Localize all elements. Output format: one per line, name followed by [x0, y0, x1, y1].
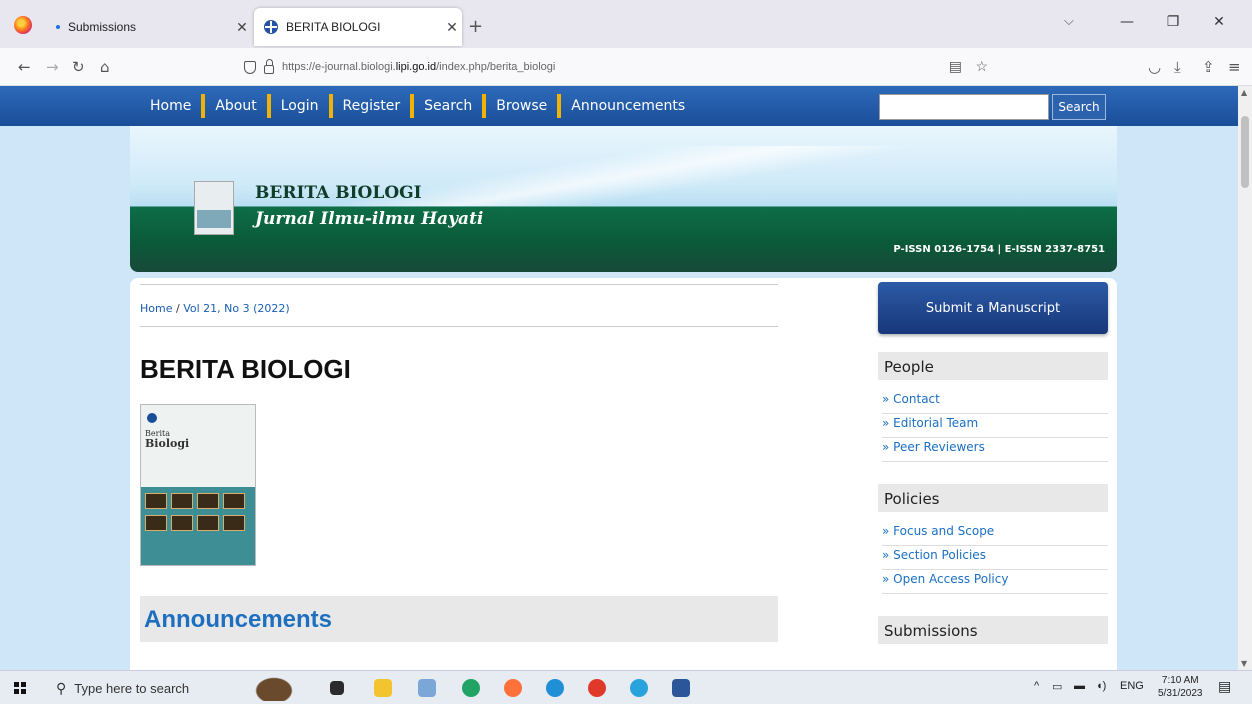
scroll-down-arrow-icon[interactable]: ▼: [1241, 659, 1247, 668]
show-hidden-icons-chevron-icon[interactable]: ^: [1034, 680, 1039, 692]
bookmark-star-icon[interactable]: ☆: [975, 58, 988, 75]
scroll-up-arrow-icon[interactable]: ▲: [1241, 88, 1247, 97]
banner-issn: P-ISSN 0126-1754 | E-ISSN 2337-8751: [893, 244, 1105, 255]
word-icon[interactable]: [672, 679, 690, 697]
language-indicator[interactable]: ENG: [1120, 680, 1144, 692]
cover-title-line2: Biologi: [145, 437, 190, 450]
browser-tab-bar: Submissions ✕ BERITA BIOLOGI ✕ + ⌵ — ❐ ✕: [0, 0, 1252, 48]
search-icon: ⚲: [56, 679, 67, 696]
divider: [140, 284, 778, 285]
sidebar-link-open-access-policy[interactable]: » Open Access Policy: [882, 572, 1108, 594]
network-icon[interactable]: ▭: [1052, 680, 1062, 693]
nav-home-link[interactable]: Home: [140, 98, 201, 114]
url-path: /index.php/berita_biologi: [436, 61, 556, 73]
nav-browse-link[interactable]: Browse: [486, 98, 557, 114]
nav-announcements-link[interactable]: Announcements: [561, 98, 695, 114]
breadcrumb: Home / Vol 21, No 3 (2022): [140, 302, 290, 315]
taskbar-search-placeholder: Type here to search: [74, 680, 190, 696]
notifications-icon[interactable]: ▤: [1218, 678, 1231, 695]
file-explorer-icon[interactable]: [374, 679, 392, 697]
journal-banner: BERITA BIOLOGI Jurnal Ilmu-ilmu Hayati P…: [130, 126, 1117, 272]
windows-start-icon[interactable]: [14, 682, 26, 694]
reader-view-icon[interactable]: ▤: [949, 58, 962, 75]
windows-taskbar: ⚲ Type here to search ^ ▭ ▬ ◖) ENG 7:10 …: [0, 670, 1252, 704]
close-tab-icon[interactable]: ✕: [442, 19, 462, 36]
url-prefix: https://e-journal.biologi.: [282, 61, 396, 73]
clock-date: 5/31/2023: [1158, 688, 1203, 699]
site-favicon-icon: [264, 20, 278, 34]
task-view-icon[interactable]: [330, 681, 344, 695]
tab-title: Submissions: [68, 20, 137, 34]
taskbar-search-box[interactable]: ⚲ Type here to search: [48, 671, 240, 704]
banner-cover-thumbnail: [194, 181, 234, 235]
battery-icon[interactable]: ▬: [1074, 680, 1085, 692]
forward-arrow-icon[interactable]: →: [46, 58, 59, 76]
nav-register-link[interactable]: Register: [333, 98, 411, 114]
taskbar-clock[interactable]: 7:10 AM 5/31/2023: [1158, 674, 1203, 700]
minimize-window-button[interactable]: —: [1104, 14, 1150, 30]
new-tab-button[interactable]: +: [468, 16, 483, 37]
menu-hamburger-icon[interactable]: ≡: [1228, 58, 1241, 76]
edge-icon[interactable]: [546, 679, 564, 697]
grammarly-icon[interactable]: [462, 679, 480, 697]
maximize-window-button[interactable]: ❐: [1150, 14, 1196, 30]
firefox-taskbar-icon[interactable]: [504, 679, 522, 697]
sidebar-heading-submissions: Submissions: [878, 616, 1108, 644]
browser-toolbar: ← → ↻ ⌂ https://e-journal.biologi. lipi.g…: [0, 48, 1252, 86]
sidebar-link-section-policies[interactable]: » Section Policies: [882, 548, 1108, 570]
reload-icon[interactable]: ↻: [72, 58, 85, 76]
pocket-icon[interactable]: ◡: [1148, 58, 1161, 76]
banner-journal-name: BERITA BIOLOGI: [255, 183, 422, 203]
page-scrollbar[interactable]: ▲ ▼: [1238, 86, 1252, 670]
telegram-icon[interactable]: [630, 679, 648, 697]
clock-time: 7:10 AM: [1161, 675, 1199, 686]
submit-manuscript-button[interactable]: Submit a Manuscript: [878, 282, 1108, 334]
downloads-icon[interactable]: ⤓: [1174, 58, 1181, 76]
nav-about-link[interactable]: About: [205, 98, 266, 114]
breadcrumb-issue-link[interactable]: Vol 21, No 3 (2022): [183, 302, 289, 315]
tracking-protection-shield-icon[interactable]: [244, 60, 256, 74]
announcements-heading: Announcements: [144, 606, 333, 633]
list-all-tabs-button[interactable]: ⌵: [1064, 14, 1074, 29]
volume-icon[interactable]: ◖): [1096, 680, 1106, 692]
tab-berita-biologi[interactable]: BERITA BIOLOGI ✕: [254, 8, 462, 46]
chrome-icon[interactable]: [588, 679, 606, 697]
lipi-logo-icon: [147, 413, 157, 423]
breadcrumb-home-link[interactable]: Home: [140, 302, 172, 315]
scrollbar-thumb[interactable]: [1241, 116, 1249, 188]
share-icon[interactable]: ⇪: [1202, 58, 1215, 76]
sidebar-heading-policies: Policies: [878, 484, 1108, 512]
home-icon[interactable]: ⌂: [100, 58, 110, 76]
paint-app-icon[interactable]: [418, 679, 436, 697]
site-search-input[interactable]: [879, 94, 1049, 120]
sidebar-heading-people: People: [878, 352, 1108, 380]
site-top-navigation: Home About Login Register Search Browse …: [0, 86, 1238, 126]
nav-search-link[interactable]: Search: [414, 98, 482, 114]
web-page: Home About Login Register Search Browse …: [0, 86, 1238, 670]
page-title: BERITA BIOLOGI: [140, 354, 351, 384]
close-window-button[interactable]: ✕: [1196, 14, 1242, 30]
cover-photo-grid: [141, 487, 255, 565]
tab-loading-dot-icon: [56, 25, 60, 29]
tab-title: BERITA BIOLOGI: [286, 20, 381, 34]
back-arrow-icon[interactable]: ←: [18, 58, 31, 76]
url-bar[interactable]: https://e-journal.biologi. lipi.go.id/ind…: [244, 54, 1014, 80]
lock-icon[interactable]: [264, 58, 274, 74]
sidebar-link-focus-scope[interactable]: » Focus and Scope: [882, 524, 1108, 546]
firefox-logo-icon[interactable]: [14, 16, 32, 34]
main-content: Home / Vol 21, No 3 (2022) BERITA BIOLOG…: [130, 278, 1117, 670]
search-highlight-otter-icon[interactable]: [252, 675, 296, 701]
divider: [140, 326, 778, 327]
sidebar-link-contact[interactable]: » Contact: [882, 392, 1108, 414]
close-tab-icon[interactable]: ✕: [232, 19, 252, 36]
journal-cover-image[interactable]: Berita Biologi: [140, 404, 256, 566]
site-search-button[interactable]: Search: [1052, 94, 1106, 120]
url-host: lipi.go.id: [395, 61, 437, 73]
sidebar-link-editorial-team[interactable]: » Editorial Team: [882, 416, 1108, 438]
nav-login-link[interactable]: Login: [271, 98, 329, 114]
sidebar-link-peer-reviewers[interactable]: » Peer Reviewers: [882, 440, 1108, 462]
banner-tagline: Jurnal Ilmu-ilmu Hayati: [255, 209, 484, 229]
tab-submissions[interactable]: Submissions ✕: [44, 8, 252, 46]
breadcrumb-separator: /: [172, 302, 184, 315]
